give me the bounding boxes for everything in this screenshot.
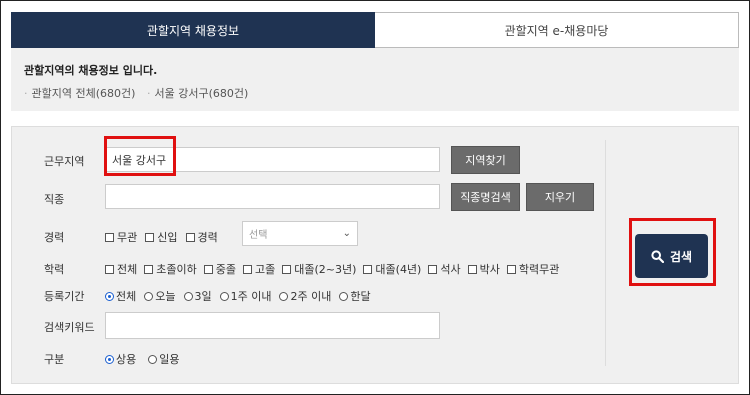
education-option-label: 학력무관 <box>518 263 560 276</box>
checkbox[interactable] <box>105 232 114 242</box>
career-option-label: 경력 <box>197 231 218 244</box>
tab-region-e-jobs[interactable]: 관할지역 e-채용마당 <box>375 12 739 48</box>
checkbox[interactable] <box>144 264 154 274</box>
period-option-3days[interactable]: 3일 <box>183 288 212 304</box>
info-link-all-region-label: 관할지역 전체(680건) <box>31 87 136 100</box>
period-option-1week[interactable]: 1주 이내 <box>219 288 272 304</box>
type-options: 상용 일용 <box>105 351 188 367</box>
period-option-2weeks[interactable]: 2주 이내 <box>279 288 331 304</box>
bullet-icon: · <box>24 87 28 100</box>
checkbox[interactable] <box>203 264 213 274</box>
period-label: 등록기간 <box>44 290 85 303</box>
career-options: 무관 신입 경력 <box>105 229 226 245</box>
radio[interactable] <box>339 291 349 301</box>
radio[interactable] <box>148 354 158 364</box>
radio-selected[interactable] <box>105 354 114 364</box>
career-label: 경력 <box>44 231 65 244</box>
career-option-experienced[interactable]: 경력 <box>185 229 218 245</box>
education-option[interactable]: 대졸(2~3년) <box>282 261 356 277</box>
education-option[interactable]: 중졸 <box>203 261 236 277</box>
radio[interactable] <box>279 291 289 301</box>
type-option-daily[interactable]: 일용 <box>148 351 180 367</box>
checkbox[interactable] <box>363 264 373 274</box>
education-option-label: 중졸 <box>215 263 236 276</box>
info-box: 관할지역의 채용정보 입니다. · 관할지역 전체(680건) · 서울 강서구(6… <box>11 48 739 111</box>
type-label: 구분 <box>44 353 65 366</box>
checkbox[interactable] <box>428 264 438 274</box>
job-label: 직종 <box>44 193 65 206</box>
info-link-gangseo-label: 서울 강서구(680건) <box>154 87 249 100</box>
checkbox[interactable] <box>242 264 252 274</box>
highlight-region-box <box>104 136 176 176</box>
career-option-label: 무관 <box>117 231 138 244</box>
education-label: 학력 <box>44 263 65 276</box>
radio[interactable] <box>144 291 154 301</box>
checkbox[interactable] <box>282 264 292 274</box>
info-title: 관할지역의 채용정보 입니다. <box>24 64 158 77</box>
type-option-regular[interactable]: 상용 <box>105 351 136 367</box>
career-select[interactable]: 선택 ⌄ <box>242 221 358 246</box>
job-input[interactable] <box>105 184 440 209</box>
career-option-new[interactable]: 신입 <box>145 229 178 245</box>
education-option[interactable]: 고졸 <box>242 261 276 277</box>
checkbox[interactable] <box>506 264 516 274</box>
period-options: 전체 오늘 3일 1주 이내 2주 이내 한달 <box>105 288 379 304</box>
bullet-icon: · <box>147 87 151 100</box>
period-option-label: 1주 이내 <box>230 290 272 303</box>
keyword-label: 검색키워드 <box>44 321 95 334</box>
clear-button[interactable]: 지우기 <box>526 183 594 211</box>
tab-region-jobs[interactable]: 관할지역 채용정보 <box>11 12 375 48</box>
period-option-label: 전체 <box>116 290 137 303</box>
period-option-today[interactable]: 오늘 <box>144 288 176 304</box>
find-region-button[interactable]: 지역찾기 <box>451 146 520 174</box>
education-option-label: 대졸(4년) <box>375 263 422 276</box>
chevron-down-icon: ⌄ <box>342 228 351 239</box>
education-option-label: 대졸(2~3년) <box>294 263 357 276</box>
education-option-label: 전체 <box>117 263 138 276</box>
career-select-value: 선택 <box>249 230 268 241</box>
checkbox[interactable] <box>105 264 114 274</box>
period-option-label: 2주 이내 <box>290 290 332 303</box>
panel-divider <box>605 140 606 366</box>
keyword-input[interactable] <box>105 312 440 339</box>
type-option-label: 상용 <box>116 353 137 366</box>
info-link-gangseo[interactable]: · 서울 강서구(680건) <box>147 85 248 101</box>
education-option-label: 초졸이하 <box>156 263 197 276</box>
period-option-label: 3일 <box>194 290 212 303</box>
checkbox[interactable] <box>145 232 155 242</box>
education-options: 전체 초졸이하 중졸 고졸 대졸(2~3년) 대졸(4년) 석사 박사 학력무관 <box>105 261 559 277</box>
radio[interactable] <box>219 291 229 301</box>
highlight-search-box <box>629 218 716 286</box>
education-option[interactable]: 박사 <box>467 261 500 277</box>
period-option-label: 한달 <box>350 290 371 303</box>
education-option[interactable]: 초졸이하 <box>144 261 197 277</box>
period-option-all[interactable]: 전체 <box>105 288 136 304</box>
career-option-any[interactable]: 무관 <box>105 229 137 245</box>
education-option-label: 석사 <box>440 263 461 276</box>
education-option[interactable]: 대졸(4년) <box>363 261 421 277</box>
education-option-label: 고졸 <box>254 263 276 276</box>
education-option[interactable]: 석사 <box>428 261 461 277</box>
education-option[interactable]: 학력무관 <box>506 261 560 277</box>
job-name-search-button[interactable]: 직종명검색 <box>451 183 520 211</box>
radio-selected[interactable] <box>105 291 114 301</box>
info-link-all-region[interactable]: · 관할지역 전체(680건) <box>24 85 135 101</box>
education-option-label: 박사 <box>479 263 500 276</box>
checkbox[interactable] <box>185 232 195 242</box>
education-option[interactable]: 전체 <box>105 261 137 277</box>
radio[interactable] <box>183 291 193 301</box>
period-option-label: 오늘 <box>155 290 176 303</box>
region-label: 근무지역 <box>44 155 85 168</box>
type-option-label: 일용 <box>159 353 180 366</box>
tab-region-e-jobs-label: 관할지역 e-채용마당 <box>504 23 609 38</box>
tab-region-jobs-label: 관할지역 채용정보 <box>146 23 240 38</box>
career-option-label: 신입 <box>157 231 178 244</box>
checkbox[interactable] <box>467 264 477 274</box>
period-option-1month[interactable]: 한달 <box>339 288 371 304</box>
